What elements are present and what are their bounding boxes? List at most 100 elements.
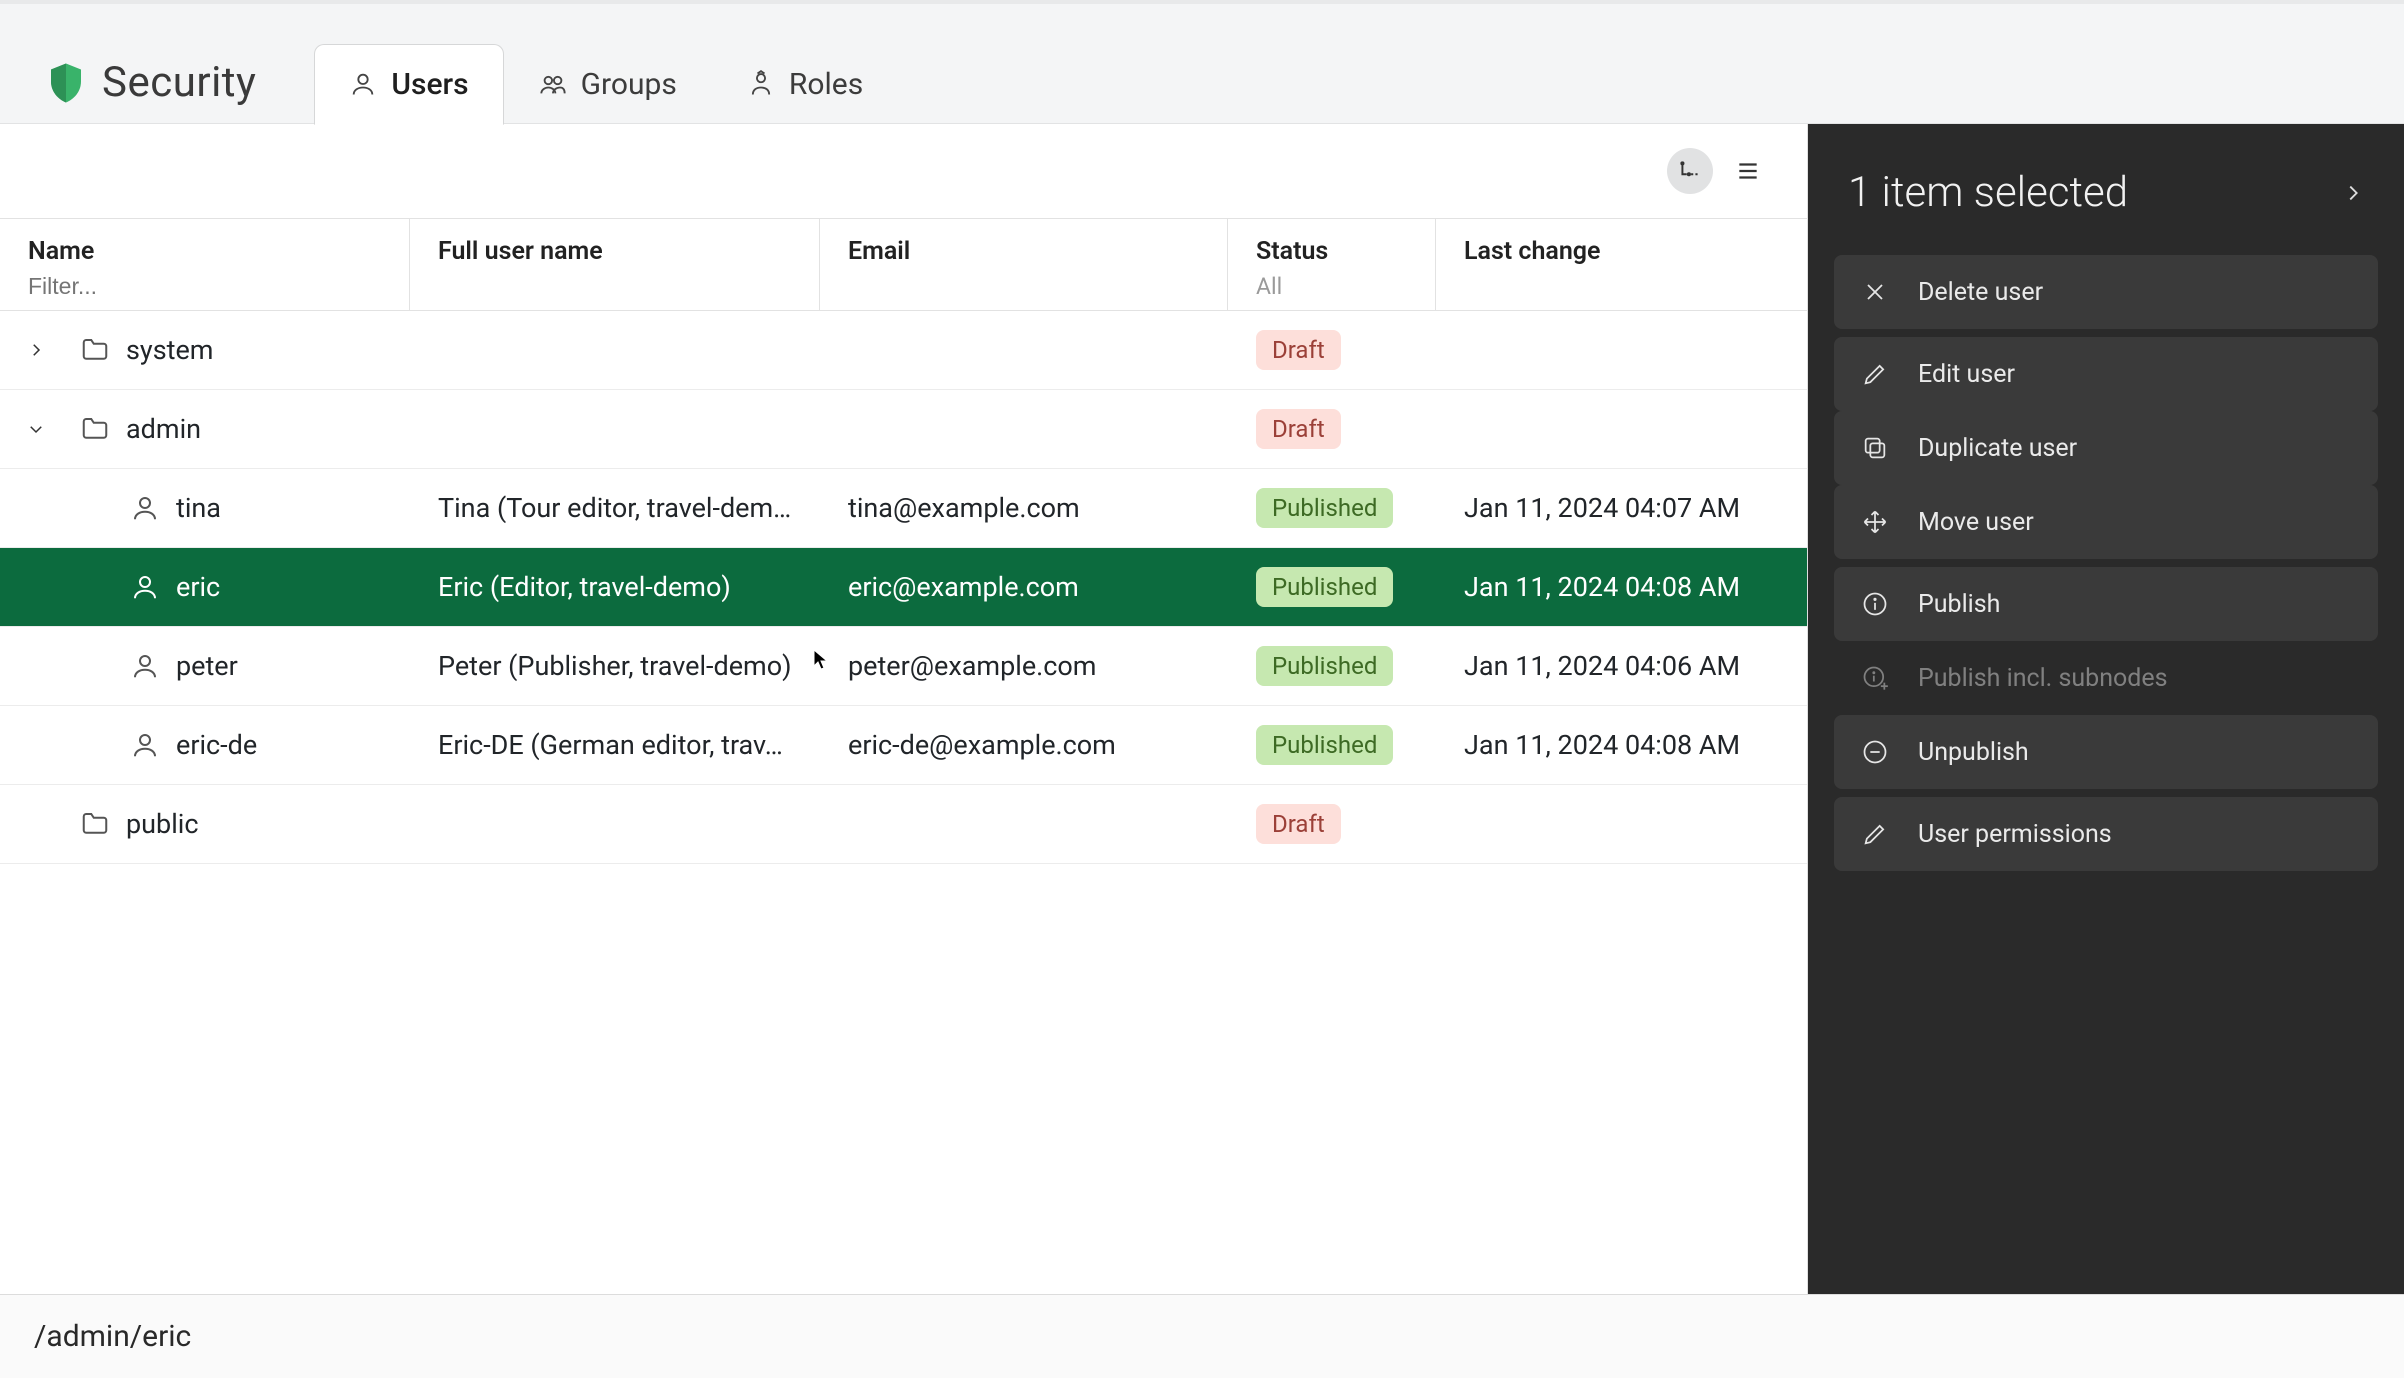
row-full-name: Eric-DE (German editor, trav… [410, 706, 820, 785]
action-label: Publish [1918, 590, 2000, 619]
status-badge: Draft [1256, 330, 1341, 370]
publish-incl-subnodes-button: Publish incl. subnodes [1834, 641, 2378, 715]
col-label: Status [1256, 237, 1328, 266]
table-header: Name Full user name Email Status All Las… [0, 218, 1807, 311]
table-row[interactable]: public Draft [0, 785, 1807, 864]
action-label: Unpublish [1918, 738, 2029, 767]
main-panel: Name Full user name Email Status All Las… [0, 124, 1808, 1294]
row-last-change: Jan 11, 2024 04:06 AM [1436, 650, 1807, 682]
tab-label: Users [391, 67, 468, 102]
status-badge: Draft [1256, 804, 1341, 844]
status-filter-value[interactable]: All [1256, 273, 1282, 300]
status-bar: /admin/eric [0, 1294, 2404, 1378]
expand-caret-icon[interactable] [24, 420, 48, 438]
view-toolbar [0, 124, 1807, 218]
folder-icon [80, 414, 110, 444]
edit-icon [1860, 359, 1890, 389]
tab-users[interactable]: Users [314, 44, 503, 125]
tabs: Users Groups Roles [314, 42, 898, 124]
row-full-name: Peter (Publisher, travel-demo) [410, 627, 820, 706]
tree-view-button[interactable] [1667, 148, 1713, 194]
status-badge: Draft [1256, 409, 1341, 449]
close-icon [1860, 277, 1890, 307]
table-row[interactable]: eric Eric (Editor, travel-demo)eric@examp… [0, 548, 1807, 627]
status-badge: Published [1256, 646, 1393, 686]
edit-user-button[interactable]: Edit user [1834, 337, 2378, 411]
table-row[interactable]: peter Peter (Publisher, travel-demo)peter… [0, 627, 1807, 706]
row-name: eric [176, 571, 220, 603]
row-name: tina [176, 492, 221, 524]
minus-icon [1860, 737, 1890, 767]
duplicate-icon [1860, 433, 1890, 463]
tab-roles[interactable]: Roles [712, 44, 898, 125]
shield-icon [48, 62, 84, 104]
row-email: peter@example.com [820, 650, 1228, 682]
user-icon [130, 730, 160, 760]
user-icon [130, 493, 160, 523]
col-label: Name [28, 237, 94, 266]
tab-label: Groups [581, 67, 677, 102]
table-row[interactable]: eric-de Eric-DE (German editor, trav…eric… [0, 706, 1807, 785]
move-user-button[interactable]: Move user [1834, 485, 2378, 559]
breadcrumb-path: /admin/eric [34, 1319, 191, 1354]
delete-user-button[interactable]: Delete user [1834, 255, 2378, 329]
info-plus-icon [1860, 663, 1890, 693]
action-label: Publish incl. subnodes [1918, 664, 2168, 693]
table-row[interactable]: admin Draft [0, 390, 1807, 469]
action-label: Move user [1918, 508, 2034, 537]
user-icon [349, 70, 377, 98]
list-view-button[interactable] [1725, 148, 1771, 194]
actions-panel: 1 item selected Delete user Edit user Dupl… [1808, 124, 2404, 1294]
col-label: Last change [1464, 237, 1600, 266]
move-icon [1860, 507, 1890, 537]
row-name: system [126, 334, 213, 366]
table-row[interactable]: tina Tina (Tour editor, travel-dem…tina@e… [0, 469, 1807, 548]
app-header: Security Users Groups Roles [0, 4, 2404, 124]
action-label: Duplicate user [1918, 434, 2077, 463]
row-full-name: Eric (Editor, travel-demo) [410, 548, 820, 627]
chevron-right-icon[interactable] [2342, 182, 2364, 204]
name-filter-input[interactable] [28, 273, 355, 300]
selection-title: 1 item selected [1848, 168, 2128, 217]
col-status[interactable]: Status All [1228, 219, 1436, 310]
col-email[interactable]: Email [820, 219, 1228, 310]
col-label: Email [848, 237, 910, 266]
row-name: public [126, 808, 198, 840]
status-badge: Published [1256, 567, 1393, 607]
table-body: system Draft admin Draft tina Tina (Tour edit… [0, 311, 1807, 1294]
row-full-name: Tina (Tour editor, travel-dem… [410, 469, 820, 548]
row-email: eric@example.com [820, 571, 1228, 603]
user-permissions-button[interactable]: User permissions [1834, 797, 2378, 871]
col-label: Full user name [438, 237, 603, 266]
row-email: tina@example.com [820, 492, 1228, 524]
unpublish-button[interactable]: Unpublish [1834, 715, 2378, 789]
row-name: eric-de [176, 729, 257, 761]
col-last-change[interactable]: Last change [1436, 219, 1807, 310]
col-name[interactable]: Name [0, 219, 410, 310]
status-badge: Published [1256, 725, 1393, 765]
col-full-user-name[interactable]: Full user name [410, 219, 820, 310]
table-row[interactable]: system Draft [0, 311, 1807, 390]
tab-groups[interactable]: Groups [504, 44, 712, 125]
info-icon [1860, 589, 1890, 619]
action-label: Delete user [1918, 278, 2043, 307]
action-label: Edit user [1918, 360, 2015, 389]
publish-button[interactable]: Publish [1834, 567, 2378, 641]
row-name: peter [176, 650, 238, 682]
status-badge: Published [1256, 488, 1393, 528]
folder-icon [80, 335, 110, 365]
group-icon [539, 70, 567, 98]
edit-icon [1860, 819, 1890, 849]
duplicate-user-button[interactable]: Duplicate user [1834, 411, 2378, 485]
folder-icon [80, 809, 110, 839]
page-title: Security [102, 58, 256, 107]
action-label: User permissions [1918, 820, 2112, 849]
row-email: eric-de@example.com [820, 729, 1228, 761]
row-last-change: Jan 11, 2024 04:08 AM [1436, 571, 1807, 603]
row-last-change: Jan 11, 2024 04:08 AM [1436, 729, 1807, 761]
row-last-change: Jan 11, 2024 04:07 AM [1436, 492, 1807, 524]
row-name: admin [126, 413, 201, 445]
user-icon [130, 572, 160, 602]
tab-label: Roles [789, 67, 863, 102]
expand-caret-icon[interactable] [24, 341, 48, 359]
